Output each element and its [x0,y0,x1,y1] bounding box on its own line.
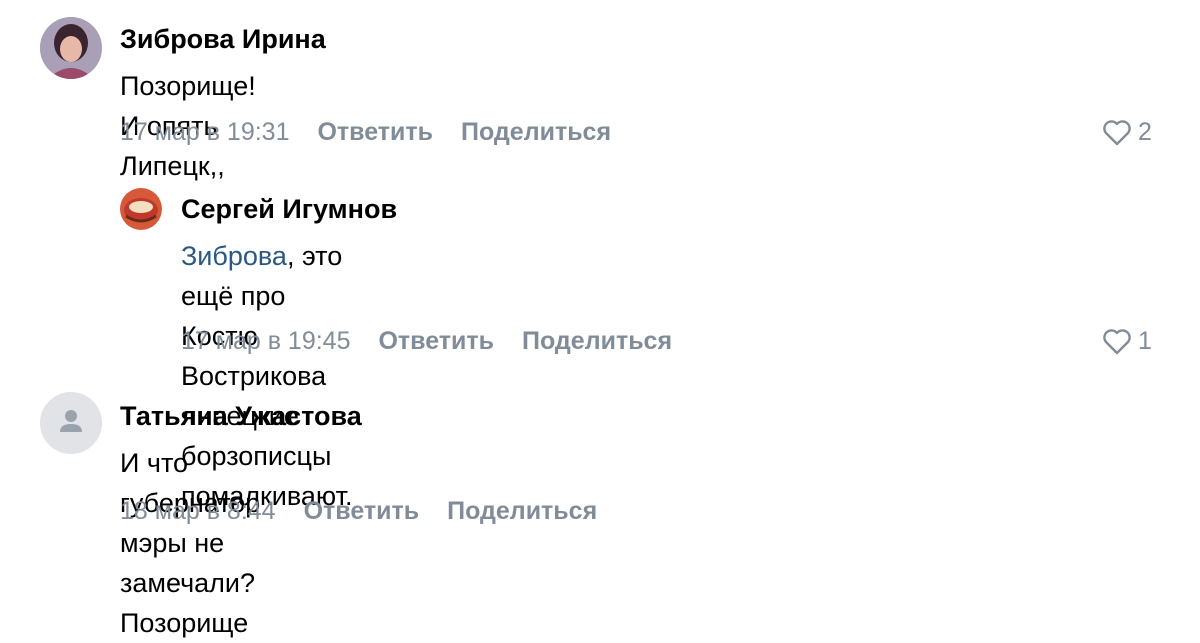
avatar[interactable] [120,188,162,230]
reply-button[interactable]: Ответить [317,118,433,147]
comment-date[interactable]: 17 мар в 19:31 [120,118,289,147]
like-button[interactable]: 2 [1102,118,1152,147]
reply-button[interactable]: Ответить [304,497,420,526]
like-count: 2 [1138,118,1152,146]
mention-link[interactable]: Зиброва [181,241,287,271]
heart-icon [1103,329,1131,355]
default-user-icon [40,392,102,454]
avatar[interactable] [40,392,102,454]
user-photo-icon [40,17,102,79]
comment-author[interactable]: Сергей Игумнов [181,194,397,225]
comment-author[interactable]: Татьяна Ужастова [120,401,362,432]
share-button[interactable]: Поделиться [522,327,672,356]
comment-meta: 18 мар в 8:44 Ответить Поделиться [120,497,597,526]
like-count: 1 [1138,327,1152,355]
share-button[interactable]: Поделиться [447,497,597,526]
comment-text: И что губернатор мэры не замечали? Позор… [120,448,261,638]
comment-date[interactable]: 17 мар в 19:45 [181,327,350,356]
reply-button[interactable]: Ответить [378,327,494,356]
comment-date[interactable]: 18 мар в 8:44 [120,497,276,526]
avatar[interactable] [40,17,102,79]
comment-text-line1: , это ещё про Костю Вострикова липецкие … [181,241,343,471]
comment-meta: 17 мар в 19:31 Ответить Поделиться [120,118,611,147]
comment-author[interactable]: Зиброва Ирина [120,24,326,55]
user-photo-icon [120,188,162,230]
heart-icon [1103,120,1131,146]
comment-meta: 17 мар в 19:45 Ответить Поделиться [181,327,672,356]
like-button[interactable]: 1 [1102,327,1152,356]
share-button[interactable]: Поделиться [461,118,611,147]
